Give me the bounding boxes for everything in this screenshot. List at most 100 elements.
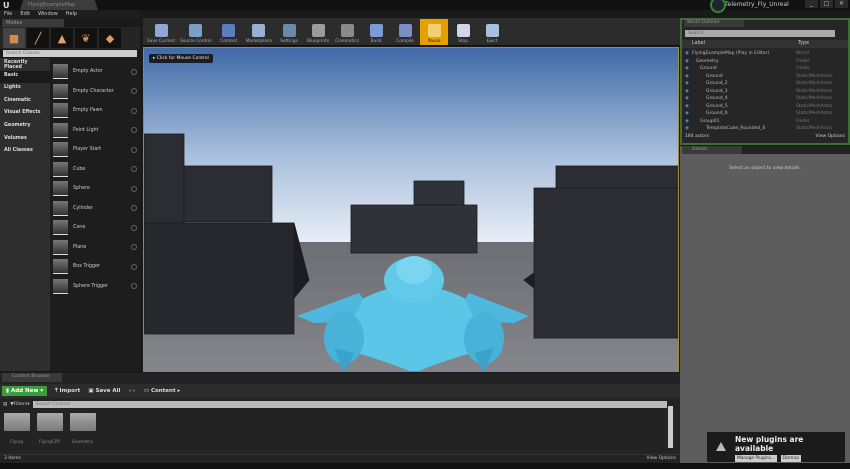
place-item[interactable]: Empty Pawn (50, 101, 140, 121)
sources-toggle-icon[interactable]: ▤ (3, 402, 7, 407)
outliner-row[interactable]: ◉ Ground StaticMeshActor (682, 73, 842, 81)
visibility-eye-icon[interactable]: ◉ (682, 111, 692, 116)
minimize-button[interactable]: _ (805, 0, 818, 8)
outliner-row[interactable]: ◉ Ground_2 StaticMeshActor (682, 80, 842, 88)
info-icon[interactable] (131, 68, 137, 75)
place-item[interactable]: Cube (50, 160, 140, 180)
column-label[interactable]: Label (692, 41, 705, 46)
place-item[interactable]: Cylinder (50, 199, 140, 219)
content-scrollbar[interactable] (668, 406, 673, 448)
outliner-row[interactable]: ◉ FlyingExampleMap (Play in Editor) World (682, 50, 842, 58)
visibility-eye-icon[interactable]: ◉ (682, 59, 692, 64)
visibility-eye-icon[interactable]: ◉ (682, 74, 692, 79)
close-button[interactable]: ✕ (835, 0, 848, 8)
history-arrows[interactable]: ◂ ▸ (128, 388, 135, 394)
import-button[interactable]: ⤒ Import (55, 388, 80, 395)
place-item[interactable]: Empty Actor (50, 62, 140, 82)
info-icon[interactable] (131, 107, 137, 114)
visibility-eye-icon[interactable]: ◉ (682, 104, 692, 109)
world-outliner-tab[interactable]: World Outliner (684, 20, 744, 27)
visibility-eye-icon[interactable]: ◉ (682, 126, 692, 131)
content-browser-tab[interactable]: Content Browser (2, 373, 62, 382)
info-icon[interactable] (131, 88, 137, 95)
place-item[interactable]: Point Light (50, 121, 140, 141)
info-icon[interactable] (131, 205, 137, 212)
landscape-mode-icon[interactable]: ▲ (51, 28, 73, 48)
maximize-button[interactable]: □ (820, 0, 833, 8)
place-item[interactable]: Cone (50, 218, 140, 238)
info-icon[interactable] (131, 283, 137, 290)
category-visual-effects[interactable]: Visual Effects (0, 108, 50, 121)
info-icon[interactable] (131, 185, 137, 192)
outliner-view-options[interactable]: View Options (816, 134, 845, 139)
visibility-eye-icon[interactable]: ◉ (682, 66, 692, 71)
outliner-row[interactable]: ◉ Ground_3 StaticMeshActor (682, 88, 842, 96)
search-content-input[interactable]: Search Content (32, 400, 667, 408)
outliner-row[interactable]: ◉ TemplateCube_Rounded_6 StaticMeshActor (682, 125, 842, 133)
outliner-row[interactable]: ◉ Geometry Folder (682, 58, 842, 66)
menu-file[interactable]: File (4, 11, 12, 18)
source-control-status-icon[interactable] (710, 0, 726, 13)
visibility-eye-icon[interactable]: ◉ (682, 81, 692, 86)
add-new-button[interactable]: ▮ Add New ▾ (2, 386, 48, 396)
search-classes-input[interactable]: Search Classes (3, 50, 137, 57)
geometry-mode-icon[interactable]: ◆ (99, 28, 121, 48)
toolbar-button[interactable]: Content (215, 19, 243, 45)
toolbar-button[interactable]: Compile (391, 19, 419, 45)
manage-plugins-button[interactable]: Manage Plugins... (735, 455, 777, 462)
category-basic[interactable]: Basic (0, 70, 50, 84)
outliner-row[interactable]: ◉ Ground_4 StaticMeshActor (682, 95, 842, 103)
outliner-row[interactable]: ◉ Group01 Folder (682, 118, 842, 126)
info-icon[interactable] (131, 146, 137, 153)
visibility-eye-icon[interactable]: ◉ (682, 89, 692, 94)
info-icon[interactable] (131, 263, 137, 270)
foliage-mode-icon[interactable]: ❦ (75, 28, 97, 48)
menu-window[interactable]: Window (38, 11, 58, 18)
category-cinematic[interactable]: Cinematic (0, 96, 50, 109)
toolbar-button[interactable]: Eject (478, 19, 506, 45)
outliner-row[interactable]: ◉ Ground_6 StaticMeshActor (682, 110, 842, 118)
paint-mode-icon[interactable]: ╱ (27, 28, 49, 48)
place-item[interactable]: Empty Character (50, 82, 140, 102)
category-volumes[interactable]: Volumes (0, 134, 50, 147)
place-item[interactable]: Sphere Trigger (50, 277, 140, 297)
toolbar-button[interactable]: Blueprints (304, 19, 332, 45)
menu-edit[interactable]: Edit (20, 11, 30, 18)
toolbar-button[interactable]: Source Control (178, 19, 214, 45)
outliner-row[interactable]: ◉ Ground Folder (682, 65, 842, 73)
details-tab[interactable]: Details (682, 146, 742, 154)
category-all-classes[interactable]: All Classes (0, 146, 50, 159)
save-all-button[interactable]: ▣ Save All (88, 388, 120, 394)
toolbar-button[interactable]: Save Current (145, 19, 177, 45)
outliner-row[interactable]: ◉ Ground_5 StaticMeshActor (682, 103, 842, 111)
toolbar-button[interactable]: Stop (449, 19, 477, 45)
folder-item[interactable]: Flying (3, 413, 30, 445)
visibility-eye-icon[interactable]: ◉ (682, 51, 692, 56)
mouse-control-hint[interactable]: ▸ Click for Mouse Control (149, 54, 213, 63)
toolbar-button[interactable]: Marketplace (244, 19, 274, 45)
unreal-logo-icon[interactable]: U (3, 1, 12, 10)
toolbar-button[interactable]: Build (362, 19, 390, 45)
category-geometry[interactable]: Geometry (0, 121, 50, 134)
toolbar-button[interactable]: Settings (275, 19, 303, 45)
visibility-eye-icon[interactable]: ◉ (682, 119, 692, 124)
info-icon[interactable] (131, 166, 137, 173)
category-lights[interactable]: Lights (0, 83, 50, 96)
folder-item[interactable]: FlyingCPP (36, 413, 63, 445)
place-item[interactable]: Sphere (50, 179, 140, 199)
level-viewport[interactable]: ▸ Click for Mouse Control (143, 47, 679, 372)
path-content[interactable]: ▭ Content ▸ (144, 388, 180, 394)
menu-help[interactable]: Help (66, 11, 77, 18)
place-item[interactable]: Plane (50, 238, 140, 258)
place-item[interactable]: Player Start (50, 140, 140, 160)
visibility-eye-icon[interactable]: ◉ (682, 96, 692, 101)
filters-button[interactable]: ▼Filters▾ (10, 402, 29, 407)
content-view-options[interactable]: View Options (647, 456, 676, 461)
folder-item[interactable]: Geometry (69, 413, 96, 445)
column-type[interactable]: Type (798, 41, 809, 46)
outliner-search-input[interactable]: Search (685, 30, 835, 37)
toolbar-button[interactable]: Cinematics (333, 19, 361, 45)
info-icon[interactable] (131, 127, 137, 134)
place-mode-icon[interactable]: ■ (3, 28, 25, 48)
info-icon[interactable] (131, 224, 137, 231)
